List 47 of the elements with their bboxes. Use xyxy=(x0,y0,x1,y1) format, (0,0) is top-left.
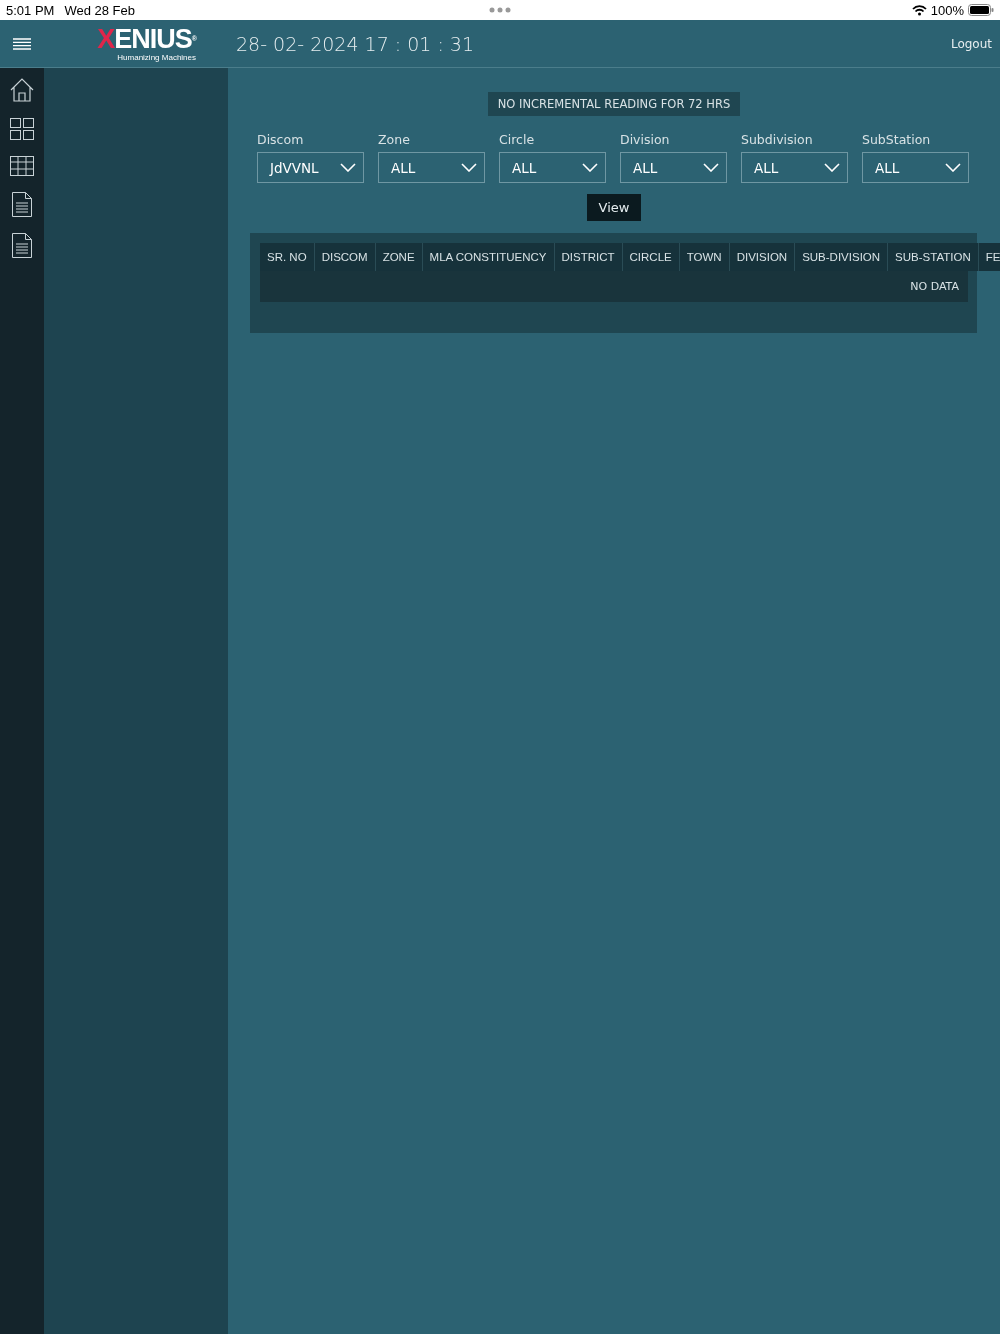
column-header: SR. NO xyxy=(260,243,315,271)
notice-banner: NO INCREMENTAL READING FOR 72 HRS xyxy=(487,92,741,116)
column-header: DISCOM xyxy=(314,243,376,271)
logout-link[interactable]: Logout xyxy=(950,36,992,51)
filter-label: Discom xyxy=(257,132,305,147)
battery-percent: 100% xyxy=(930,2,964,18)
column-header: SUB-DIVISION xyxy=(795,243,889,271)
column-header: CIRCLE xyxy=(622,243,680,271)
column-header: MLA CONSTITUENCY xyxy=(422,243,555,271)
empty-message: NO DATA xyxy=(910,280,959,293)
filter-dropdown[interactable]: ALL xyxy=(499,152,606,183)
view-button[interactable]: View xyxy=(586,194,642,221)
column-header: FE xyxy=(978,243,1000,271)
filter-dropdown[interactable]: JdVVNL xyxy=(257,152,364,183)
column-header: ZONE xyxy=(375,243,423,271)
column-header: TOWN xyxy=(679,243,730,271)
chevron-down-icon xyxy=(824,163,840,172)
table-icon[interactable] xyxy=(10,156,34,176)
filter-dropdown[interactable]: ALL xyxy=(741,152,848,183)
filter-dropdown[interactable]: ALL xyxy=(378,152,485,183)
filter-dropdown[interactable]: ALL xyxy=(862,152,969,183)
filter-label: Subdivision xyxy=(741,132,814,147)
battery-icon xyxy=(968,4,994,16)
status-time: 5:01 PM xyxy=(6,2,55,18)
more-icon[interactable] xyxy=(489,7,511,13)
filter-label: Division xyxy=(620,132,671,147)
status-date: Wed 28 Feb xyxy=(64,2,135,18)
chevron-down-icon xyxy=(945,163,961,172)
grid-icon[interactable] xyxy=(10,118,34,140)
wifi-icon xyxy=(911,4,927,16)
column-header: SUB-STATION xyxy=(888,243,979,271)
chevron-down-icon xyxy=(461,163,477,172)
date-time: 28- 02- 2024 17 : 01 : 31 xyxy=(236,32,475,55)
filter-label: Circle xyxy=(499,132,536,147)
filter-label: Zone xyxy=(378,132,411,147)
logo: XENIUS$^{®}$ Humanizing Machines xyxy=(96,25,196,62)
chevron-down-icon xyxy=(340,163,356,172)
home-icon[interactable] xyxy=(10,78,34,102)
document-icon[interactable] xyxy=(12,233,32,258)
filter-dropdown[interactable]: ALL xyxy=(620,152,727,183)
filter-label: SubStation xyxy=(862,132,932,147)
menu-icon[interactable] xyxy=(13,37,31,50)
document-icon[interactable] xyxy=(12,192,32,217)
chevron-down-icon xyxy=(703,163,719,172)
chevron-down-icon xyxy=(582,163,598,172)
column-header: DISTRICT xyxy=(554,243,623,271)
column-header: DIVISION xyxy=(729,243,796,271)
